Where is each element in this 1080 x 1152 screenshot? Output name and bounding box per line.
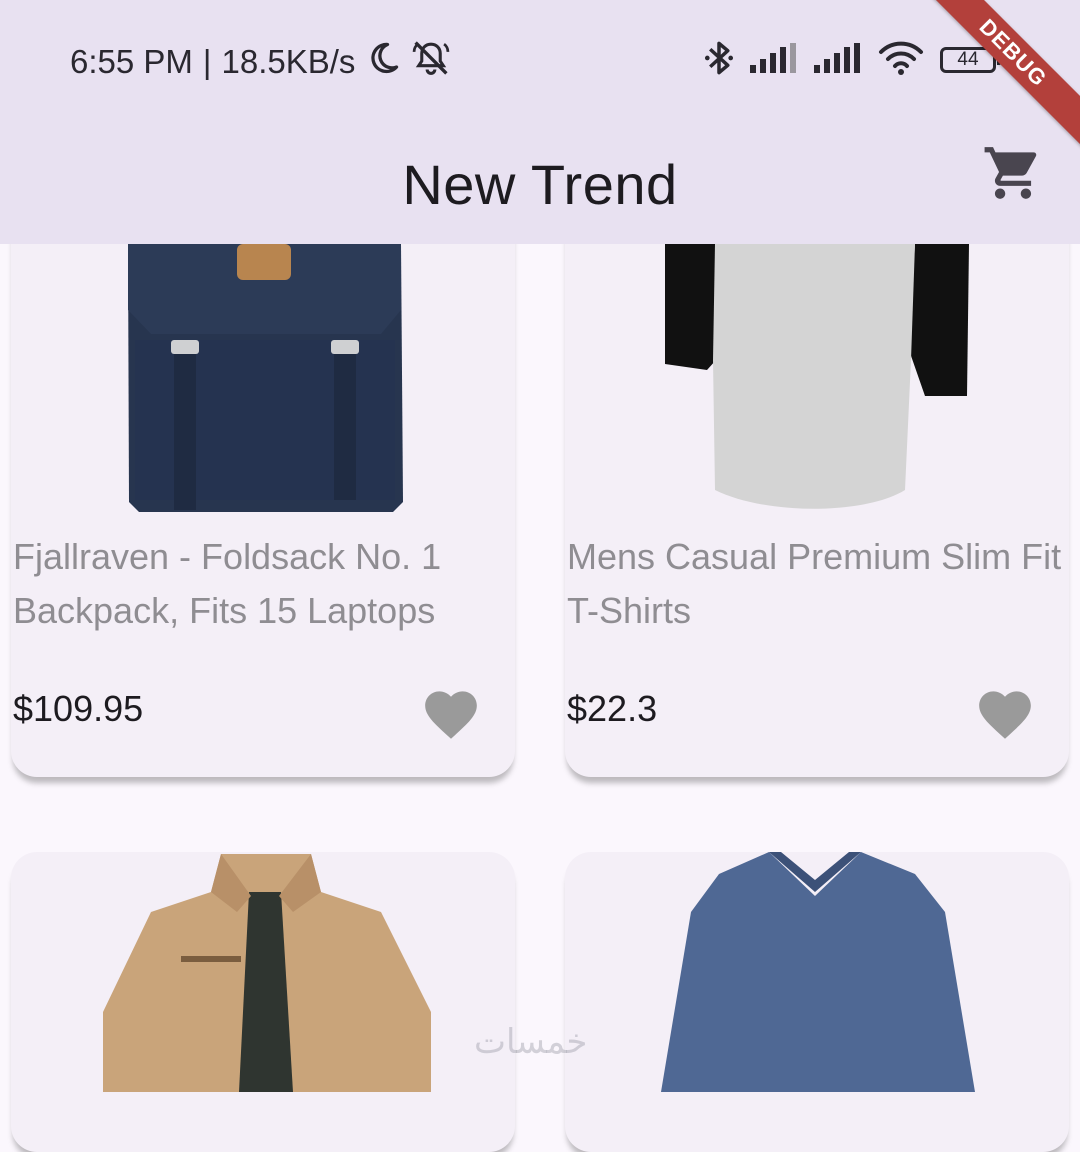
battery-level: 44 bbox=[957, 49, 979, 70]
product-card[interactable]: Mens Casual Premium Slim Fit T-Shirts $2… bbox=[565, 200, 1069, 777]
favorite-button[interactable] bbox=[419, 680, 483, 744]
status-bar: 6:55 PM | 18.5KB/s 44 bbox=[0, 0, 1080, 122]
app-bar: New Trend bbox=[0, 122, 1080, 244]
watermark: خمسات bbox=[474, 1022, 588, 1062]
product-image-jacket bbox=[103, 854, 431, 1092]
product-card[interactable]: Fjallraven - Foldsack No. 1 Backpack, Fi… bbox=[11, 200, 515, 777]
product-title: Mens Casual Premium Slim Fit T-Shirts bbox=[567, 536, 1062, 631]
cart-button[interactable] bbox=[978, 138, 1048, 208]
status-right: 44 bbox=[704, 38, 1001, 82]
status-time: 6:55 PM bbox=[70, 43, 193, 80]
status-separator: | bbox=[202, 43, 212, 80]
network-speed: 18.5KB/s bbox=[221, 43, 356, 80]
moon-icon bbox=[365, 40, 401, 84]
signal-icon bbox=[814, 42, 862, 78]
heart-icon bbox=[425, 691, 477, 739]
product-title: Fjallraven - Foldsack No. 1 Backpack, Fi… bbox=[13, 536, 442, 631]
signal-icon bbox=[750, 42, 798, 78]
product-price: $109.95 bbox=[13, 688, 144, 729]
product-image-long-sleeve-shirt bbox=[661, 852, 975, 1092]
favorite-button[interactable] bbox=[973, 680, 1037, 744]
product-card[interactable] bbox=[11, 852, 515, 1152]
cart-icon bbox=[984, 147, 1037, 199]
heart-icon bbox=[979, 691, 1031, 739]
product-price: $22.3 bbox=[567, 688, 658, 729]
bell-off-icon bbox=[411, 39, 451, 85]
wifi-icon bbox=[878, 40, 924, 81]
product-image-backpack bbox=[128, 244, 403, 512]
product-card[interactable] bbox=[565, 852, 1069, 1152]
product-image-raglan-tshirt bbox=[665, 244, 969, 509]
status-left: 6:55 PM | 18.5KB/s bbox=[70, 40, 451, 84]
page-title: New Trend bbox=[402, 153, 678, 216]
bluetooth-icon bbox=[704, 39, 734, 82]
